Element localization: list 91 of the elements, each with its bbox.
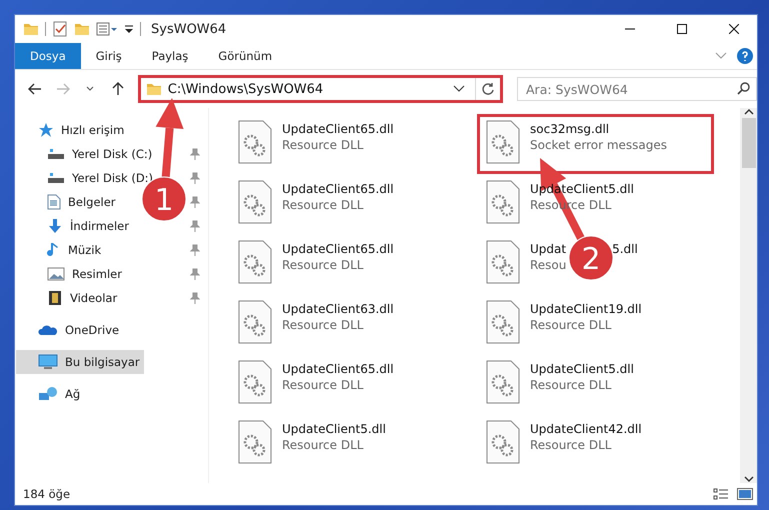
file-name: UpdateClient65.dll	[282, 242, 394, 256]
cloud-icon	[38, 324, 58, 336]
file-description: Resource DLL	[282, 138, 364, 152]
gear-file-icon	[238, 240, 272, 284]
item-count: 184 öğe	[23, 487, 72, 501]
large-icons-view-icon	[737, 488, 753, 500]
file-description: Resource DLL	[282, 198, 364, 212]
file-name: UpdateClient5.dll	[282, 422, 386, 436]
gear-file-icon	[486, 240, 520, 284]
file-description: Resource DLL	[282, 438, 364, 452]
details-view-icon	[713, 488, 729, 500]
gear-file-icon	[238, 120, 272, 164]
gear-file-icon	[238, 360, 272, 404]
sidebar-item[interactable]: Bu bilgisayar	[16, 350, 144, 374]
gear-file-icon	[486, 420, 520, 464]
ribbon-tab[interactable]: Görünüm	[203, 43, 288, 69]
file-name: UpdateClient42.dll	[530, 422, 642, 436]
help-icon	[737, 48, 753, 64]
file-description: Resource DLL	[282, 318, 364, 332]
star-icon	[38, 122, 54, 138]
drive-icon	[47, 171, 65, 185]
sidebar-item[interactable]: İndirmeler	[16, 214, 133, 238]
gear-file-icon	[486, 120, 520, 164]
file-description: Resource DLL	[282, 258, 364, 272]
file-description: Resource DLL	[530, 438, 612, 452]
ribbon-tab[interactable]: Dosya	[15, 43, 81, 69]
gear-file-icon	[238, 180, 272, 224]
ribbon-tab[interactable]: Paylaş	[136, 43, 204, 69]
close-icon	[729, 24, 739, 34]
sidebar-item[interactable]: OneDrive	[16, 318, 124, 342]
refresh-icon	[481, 82, 495, 96]
file-name: UpdateClient65.dll	[282, 122, 394, 136]
sidebar-item[interactable]: Belgeler	[16, 190, 120, 214]
scrollbar-thumb[interactable]	[742, 118, 756, 168]
file-description: Resource DLL	[530, 378, 612, 392]
view-options-icon	[96, 22, 118, 36]
gear-file-icon	[486, 360, 520, 404]
properties-icon	[52, 21, 68, 37]
new-folder-icon	[74, 22, 90, 36]
file-name: 5.dll	[612, 242, 638, 256]
scrollbar[interactable]	[740, 108, 757, 483]
chevron-down-icon	[86, 86, 94, 92]
document-icon	[47, 194, 61, 210]
up-arrow-icon	[112, 82, 124, 96]
sidebar-item[interactable]: Yerel Disk (C:)	[16, 142, 156, 166]
sidebar-item[interactable]: Yerel Disk (D:)	[16, 166, 158, 190]
sidebar-item[interactable]: Ağ	[16, 382, 121, 406]
search-field[interactable]: Ara: SysWOW64	[517, 77, 757, 101]
file-description: Resource DLL	[282, 378, 364, 392]
window-title: SysWOW64	[151, 22, 228, 36]
film-icon	[47, 290, 63, 306]
back-arrow-icon	[28, 83, 42, 95]
file-description: Resou	[530, 258, 566, 272]
folder-icon	[146, 82, 162, 96]
forward-arrow-icon	[56, 83, 70, 95]
step-number-badge: 2	[568, 236, 614, 280]
gear-file-icon	[238, 300, 272, 344]
address-bar[interactable]: C:\Windows\SysWOW64	[138, 75, 503, 103]
chevron-down-icon	[453, 85, 465, 93]
address-path: C:\Windows\SysWOW64	[168, 82, 324, 96]
file-name: Updat	[530, 242, 566, 256]
file-description: Resource DLL	[530, 318, 612, 332]
monitor-icon	[38, 354, 58, 370]
pictures-icon	[47, 267, 65, 281]
selected-file-frame[interactable]: soc32msg.dll Socket error messages	[477, 114, 714, 174]
ribbon-tab[interactable]: Giriş	[80, 43, 137, 69]
gear-file-icon	[238, 420, 272, 464]
maximize-icon	[677, 24, 687, 34]
search-icon	[737, 82, 750, 95]
drive-icon	[47, 147, 65, 161]
download-arrow-icon	[47, 218, 63, 234]
sidebar-item[interactable]: Hızlı erişim	[16, 118, 128, 142]
sidebar-item[interactable]: Resimler	[16, 262, 126, 286]
file-name: UpdateClient5.dll	[530, 362, 634, 376]
sidebar-item[interactable]: Müzik	[16, 238, 106, 262]
file-description: Socket error messages	[530, 138, 668, 152]
sidebar-item[interactable]: Videolar	[16, 286, 122, 310]
music-note-icon	[47, 242, 61, 258]
file-name: UpdateClient63.dll	[282, 302, 394, 316]
file-name: soc32msg.dll	[530, 122, 610, 136]
network-icon	[38, 386, 58, 402]
chevron-up-icon	[744, 108, 754, 115]
gear-file-icon	[486, 180, 520, 224]
file-name: UpdateClient65.dll	[282, 182, 394, 196]
folder-icon	[23, 22, 39, 36]
chevron-down-icon	[715, 52, 727, 60]
dropdown-icon	[124, 24, 134, 34]
chevron-down-icon	[744, 476, 754, 483]
file-name: UpdateClient65.dll	[282, 362, 394, 376]
file-name: UpdateClient19.dll	[530, 302, 642, 316]
gear-file-icon	[486, 300, 520, 344]
